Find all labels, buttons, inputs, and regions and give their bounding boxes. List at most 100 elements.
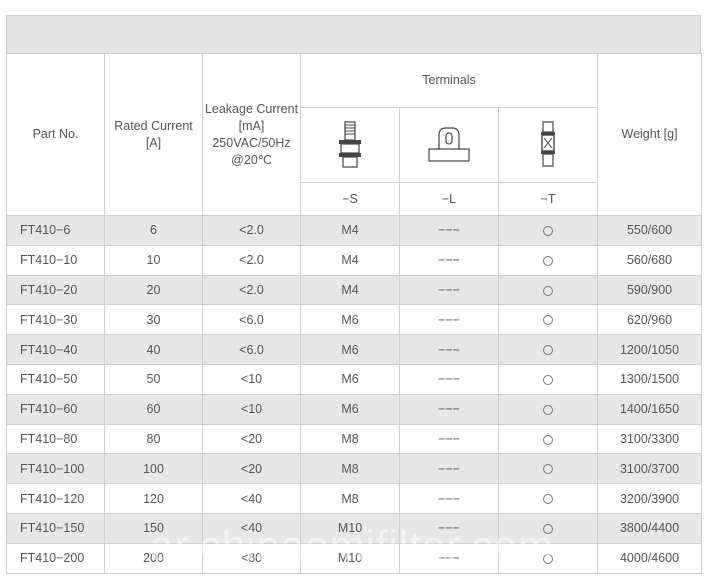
table-body: FT410−6 6 <2.0 M4 −−− 550/600 FT410−10 10 <2.0 M4… [6,215,703,574]
cell-weight: 3200/3900 [597,483,703,514]
cell-rated-current: 40 [104,334,203,365]
cell-leakage-current: <2.0 [202,244,301,276]
cell-rated-current: 120 [104,483,203,514]
circle-mark-icon [543,434,554,445]
cell-part-no: FT410−40 [6,334,105,365]
spec-table: Part No. Rated Current [A] Leakage Curre… [6,53,703,574]
cell-terminal-s: M6 [300,393,400,425]
cell-leakage-current: <20 [202,453,301,485]
table-row: FT410−30 30 <6.0 M6 −−− 620/960 [6,304,703,336]
cell-part-no: FT410−60 [6,393,105,425]
cell-terminal-s: M6 [300,334,400,365]
cell-rated-current: 100 [104,453,203,485]
table-row: FT410−10 10 <2.0 M4 −−− 560/680 [6,244,703,276]
cell-part-no: FT410−20 [6,274,105,306]
cell-terminal-t [497,274,599,306]
cell-weight: 550/600 [597,215,703,246]
header-suffix-s: −S [300,182,400,216]
table-title-bar [6,15,701,53]
cell-terminal-t [497,304,599,336]
header-weight: Weight [g] [597,53,703,216]
cell-leakage-current: <2.0 [202,215,301,246]
table-row: FT410−80 80 <20 M8 −−− 3100/3300 [6,423,703,455]
screw-terminal-icon [339,121,361,168]
cell-terminal-s: M10 [300,512,400,544]
cell-leakage-current: <10 [202,393,301,425]
cell-terminal-t [497,512,599,544]
cell-part-no: FT410−10 [6,244,105,276]
cell-weight: 590/900 [597,274,703,306]
cell-terminal-l: −−− [399,483,499,514]
cell-terminal-t [497,393,599,425]
cell-weight: 3100/3700 [597,453,703,485]
cell-rated-current: 50 [104,363,203,395]
cell-terminal-l: −−− [399,542,499,574]
cell-rated-current: 20 [104,274,203,306]
circle-mark-icon [543,524,554,535]
cell-terminal-s: M8 [300,453,400,485]
cell-leakage-current: <80 [202,542,301,574]
header-part-no: Part No. [6,53,105,216]
cell-terminal-l: −−− [399,453,499,485]
header-leakage-current: Leakage Current [mA] 250VAC/50Hz @20℃ [202,53,301,216]
cell-terminal-t [497,244,599,276]
cell-weight: 620/960 [597,304,703,336]
cell-weight: 3100/3300 [597,423,703,455]
circle-mark-icon [543,255,554,266]
cell-terminal-s: M4 [300,215,400,246]
cell-terminal-s: M8 [300,423,400,455]
cell-leakage-current: <40 [202,512,301,544]
cell-leakage-current: <40 [202,483,301,514]
circle-mark-icon [543,553,554,564]
table-row: FT410−40 40 <6.0 M6 −−− 1200/1050 [6,334,703,365]
cell-leakage-current: <20 [202,423,301,455]
cell-terminal-l: −−− [399,304,499,336]
cell-rated-current: 80 [104,423,203,455]
cell-weight: 1200/1050 [597,334,703,365]
cell-terminal-t [497,453,599,485]
terminal-l-cell [399,107,499,183]
table-row: FT410−50 50 <10 M6 −−− 1300/1500 [6,363,703,395]
circle-mark-icon [543,285,554,296]
cell-terminal-s: M6 [300,363,400,395]
cell-terminal-l: −−− [399,393,499,425]
table-row: FT410−6 6 <2.0 M4 −−− 550/600 [6,215,703,246]
table-row: FT410−150 150 <40 M10 −−− 3800/4400 [6,512,703,544]
cell-terminal-l: −−− [399,274,499,306]
cell-terminal-t [497,483,599,514]
cell-leakage-current: <10 [202,363,301,395]
terminal-s-cell [300,107,400,183]
header-rated-current: Rated Current [A] [104,53,203,216]
circle-mark-icon [543,464,554,475]
cell-rated-current: 6 [104,215,203,246]
table-row: FT410−100 100 <20 M8 −−− 3100/3700 [6,453,703,485]
cell-part-no: FT410−200 [6,542,105,574]
header-suffix-l: −L [399,182,499,216]
table-row: FT410−200 200 <80 M10 −−− 4000/4600 [6,542,703,574]
cell-part-no: FT410−30 [6,304,105,336]
cell-weight: 4000/4600 [597,542,703,574]
cell-part-no: FT410−100 [6,453,105,485]
table-row: FT410−60 60 <10 M6 −−− 1400/1650 [6,393,703,425]
circle-mark-icon [543,226,554,237]
cell-part-no: FT410−6 [6,215,105,246]
terminal-t-cell [497,107,599,183]
cell-terminal-s: M4 [300,274,400,306]
cell-terminal-t [497,423,599,455]
circle-mark-icon [543,494,554,505]
spec-table-container: Part No. Rated Current [A] Leakage Curre… [6,15,703,574]
cell-leakage-current: <6.0 [202,304,301,336]
cell-rated-current: 200 [104,542,203,574]
header-suffix-t: −T [497,182,599,216]
cell-rated-current: 30 [104,304,203,336]
cell-terminal-t [497,363,599,395]
cell-weight: 560/680 [597,244,703,276]
cell-rated-current: 150 [104,512,203,544]
cell-terminal-l: −−− [399,512,499,544]
circle-mark-icon [543,375,554,386]
circle-mark-icon [543,315,554,326]
table-row: FT410−120 120 <40 M8 −−− 3200/3900 [6,483,703,514]
cell-weight: 1300/1500 [597,363,703,395]
cell-terminal-s: M8 [300,483,400,514]
cell-part-no: FT410−50 [6,363,105,395]
